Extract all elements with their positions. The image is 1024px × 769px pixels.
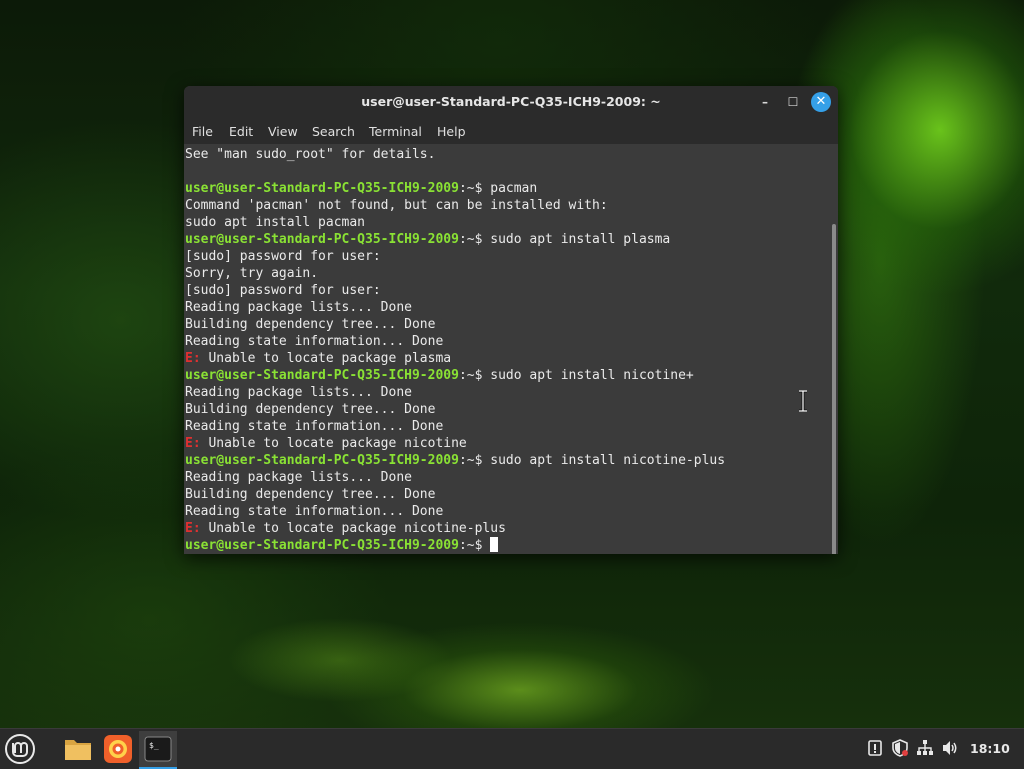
terminal-line: Reading package lists... Done xyxy=(185,299,830,316)
terminal-line: user@user-Standard-PC-Q35-ICH9-2009:~$ s… xyxy=(185,452,830,469)
terminal-line: user@user-Standard-PC-Q35-ICH9-2009:~$ p… xyxy=(185,180,830,197)
prompt-user-host: user@user-Standard-PC-Q35-ICH9-2009 xyxy=(185,232,459,247)
terminal-line: Reading package lists... Done xyxy=(185,384,830,401)
output-text: [sudo] password for user: xyxy=(185,283,381,298)
output-text: Reading state information... Done xyxy=(185,334,444,349)
text-cursor-block xyxy=(490,537,499,552)
prompt-suffix: :~$ xyxy=(458,453,491,468)
terminal-line: E: Unable to locate package plasma xyxy=(185,350,830,367)
close-button[interactable]: ✕ xyxy=(811,92,831,112)
terminal-line: user@user-Standard-PC-Q35-ICH9-2009:~$ s… xyxy=(185,367,830,384)
scrollbar-thumb[interactable] xyxy=(832,224,836,554)
menu-file[interactable]: File xyxy=(192,124,213,139)
prompt-user-host: user@user-Standard-PC-Q35-ICH9-2009 xyxy=(185,368,459,383)
output-text: Reading package lists... Done xyxy=(185,300,412,315)
command-text: sudo apt install plasma xyxy=(490,232,671,247)
output-text: Reading state information... Done xyxy=(185,504,444,519)
output-text: Sorry, try again. xyxy=(185,266,319,281)
command-text: sudo apt install nicotine+ xyxy=(490,368,694,383)
output-text: [sudo] password for user: xyxy=(185,249,381,264)
terminal-line: Reading package lists... Done xyxy=(185,469,830,486)
menu-view[interactable]: View xyxy=(268,124,298,139)
menubar: File Edit View Search Terminal Help xyxy=(184,118,838,144)
terminal-line: Sorry, try again. xyxy=(185,265,830,282)
window-titlebar[interactable]: user@user-Standard-PC-Q35-ICH9-2009: ~ –… xyxy=(184,86,838,118)
error-marker: E: xyxy=(185,351,201,366)
output-text: Reading package lists... Done xyxy=(185,470,412,485)
terminal-line: E: Unable to locate package nicotine-plu… xyxy=(185,520,830,537)
mint-menu-icon[interactable] xyxy=(2,731,38,767)
output-text: sudo apt install pacman xyxy=(185,215,366,230)
terminal-window[interactable]: user@user-Standard-PC-Q35-ICH9-2009: ~ –… xyxy=(184,86,838,554)
terminal-line: user@user-Standard-PC-Q35-ICH9-2009:~$ s… xyxy=(185,231,830,248)
firefox-icon[interactable] xyxy=(100,731,136,767)
error-marker: E: xyxy=(185,436,201,451)
output-text: Building dependency tree... Done xyxy=(185,402,436,417)
error-message: Unable to locate package nicotine xyxy=(200,436,467,451)
output-text: See "man sudo_root" for details. xyxy=(185,147,436,162)
prompt-suffix: :~$ xyxy=(458,232,491,247)
output-text: Command 'pacman' not found, but can be i… xyxy=(185,198,608,213)
shield-icon[interactable] xyxy=(891,739,909,757)
terminal-line: Reading state information... Done xyxy=(185,333,830,350)
terminal-line: Building dependency tree... Done xyxy=(185,486,830,503)
terminal-line: user@user-Standard-PC-Q35-ICH9-2009:~$ xyxy=(185,537,830,554)
command-text: sudo apt install nicotine-plus xyxy=(490,453,726,468)
terminal-line: Building dependency tree... Done xyxy=(185,401,830,418)
maximize-button[interactable]: ☐ xyxy=(783,92,803,112)
terminal-line: Reading state information... Done xyxy=(185,503,830,520)
output-text: Reading package lists... Done xyxy=(185,385,412,400)
terminal-line: [sudo] password for user: xyxy=(185,248,830,265)
scrollbar-track[interactable] xyxy=(830,144,838,554)
error-message: Unable to locate package nicotine-plus xyxy=(200,521,506,536)
terminal-line: See "man sudo_root" for details. xyxy=(185,146,830,163)
window-title: user@user-Standard-PC-Q35-ICH9-2009: ~ xyxy=(361,94,661,109)
svg-text:$_: $_ xyxy=(149,741,159,750)
text-cursor-icon xyxy=(799,390,807,412)
error-marker: E: xyxy=(185,521,201,536)
terminal-icon[interactable]: $_ xyxy=(139,731,177,767)
menu-terminal[interactable]: Terminal xyxy=(369,124,422,139)
menu-search[interactable]: Search xyxy=(312,124,355,139)
menu-help[interactable]: Help xyxy=(437,124,466,139)
update-manager-icon[interactable] xyxy=(866,739,884,757)
terminal-line: sudo apt install pacman xyxy=(185,214,830,231)
desktop-wallpaper: user@user-Standard-PC-Q35-ICH9-2009: ~ –… xyxy=(0,0,1024,728)
prompt-user-host: user@user-Standard-PC-Q35-ICH9-2009 xyxy=(185,538,459,553)
prompt-suffix: :~$ xyxy=(458,368,491,383)
terminal-line: E: Unable to locate package nicotine xyxy=(185,435,830,452)
prompt-suffix: :~$ xyxy=(458,181,491,196)
output-text: Building dependency tree... Done xyxy=(185,487,436,502)
output-text: Reading state information... Done xyxy=(185,419,444,434)
menu-edit[interactable]: Edit xyxy=(229,124,253,139)
terminal-output[interactable]: See "man sudo_root" for details. user@use… xyxy=(184,144,830,554)
terminal-line: Reading state information... Done xyxy=(185,418,830,435)
command-text: pacman xyxy=(490,181,538,196)
terminal-line: Command 'pacman' not found, but can be i… xyxy=(185,197,830,214)
clock[interactable]: 18:10 xyxy=(970,741,1010,756)
folder-icon[interactable] xyxy=(60,731,96,767)
taskbar: $_ 18:10 xyxy=(0,728,1024,769)
volume-icon[interactable] xyxy=(941,739,959,757)
output-text: Building dependency tree... Done xyxy=(185,317,436,332)
prompt-user-host: user@user-Standard-PC-Q35-ICH9-2009 xyxy=(185,453,459,468)
minimize-button[interactable]: – xyxy=(755,92,775,112)
terminal-line: [sudo] password for user: xyxy=(185,282,830,299)
prompt-suffix: :~$ xyxy=(458,538,491,553)
network-icon[interactable] xyxy=(916,739,934,757)
terminal-line: Building dependency tree... Done xyxy=(185,316,830,333)
error-message: Unable to locate package plasma xyxy=(200,351,452,366)
prompt-user-host: user@user-Standard-PC-Q35-ICH9-2009 xyxy=(185,181,459,196)
